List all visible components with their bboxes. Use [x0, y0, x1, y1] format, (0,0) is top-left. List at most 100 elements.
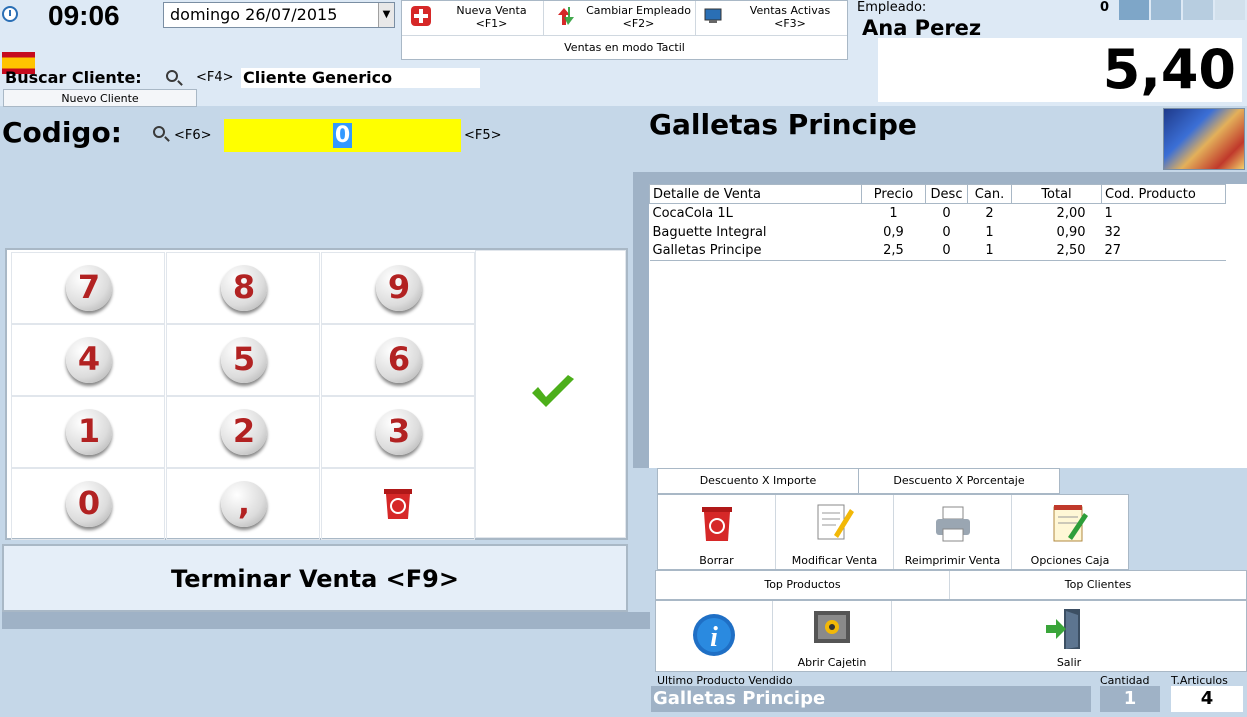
table-cell: CocaCola 1L	[652, 205, 733, 221]
key-label: 2	[221, 409, 267, 455]
modificar-venta-button[interactable]: Modificar Venta	[776, 495, 894, 569]
table-cell: 0	[925, 241, 968, 261]
cambiar-empleado-button[interactable]: Cambiar Empleado <F2>	[582, 1, 696, 35]
opciones-caja-button[interactable]: Opciones Caja	[1012, 495, 1128, 569]
main-toolbar: Nueva Venta <F1> Cambiar Empleado <F2> V…	[401, 0, 848, 60]
sale-table: Detalle de Venta Precio Desc Can. Total …	[649, 184, 1226, 261]
safe-icon	[811, 607, 853, 651]
key-6[interactable]: 6	[321, 324, 475, 396]
nueva-venta-label: Nueva Venta	[456, 4, 527, 17]
table-cell: 1	[967, 241, 1012, 261]
column-header[interactable]: Total	[1011, 184, 1102, 204]
clock-icon	[2, 6, 18, 22]
table-cell: 2,00	[1056, 205, 1086, 221]
ultimo-producto-value: Galletas Principe	[651, 686, 1091, 712]
key-5[interactable]: 5	[166, 324, 320, 396]
top-clientes-button[interactable]: Top Clientes	[950, 571, 1246, 599]
search-icon[interactable]	[166, 70, 178, 82]
column-header[interactable]: Cod. Producto	[1101, 184, 1226, 204]
reimprimir-venta-button[interactable]: Reimprimir Venta	[894, 495, 1012, 569]
chevron-down-icon[interactable]: ▼	[378, 3, 394, 27]
table-cell: 0	[942, 224, 951, 240]
modificar-venta-label: Modificar Venta	[791, 554, 878, 567]
cambiar-empleado-key: <F2>	[622, 17, 655, 30]
first-aid-icon	[410, 5, 432, 27]
codigo-enter-key: <F5>	[464, 128, 502, 143]
product-image	[1163, 108, 1245, 170]
codigo-input[interactable]: 0	[224, 119, 461, 152]
key-delete[interactable]	[321, 468, 475, 540]
table-row[interactable]: Baguette Integral 0,9 0 1 0,90 32	[650, 223, 1226, 242]
key-0[interactable]: 0	[11, 468, 165, 540]
key-label: 6	[376, 337, 422, 383]
date-picker[interactable]: domingo 26/07/2015 ▼	[163, 2, 395, 28]
table-cell: 2,50	[1011, 241, 1102, 261]
empleado-name: Ana Perez	[862, 16, 982, 40]
table-cell: 1	[1104, 205, 1113, 221]
info-icon: i	[692, 613, 735, 657]
status-segment	[1215, 0, 1245, 20]
top-productos-button[interactable]: Top Productos	[656, 571, 950, 599]
table-row[interactable]: CocaCola 1L 1 0 2 2,00 1	[650, 204, 1226, 223]
confirm-key[interactable]	[475, 250, 626, 538]
column-header[interactable]: Can.	[967, 184, 1012, 204]
ventas-activas-label: Ventas Activas	[749, 4, 831, 17]
notepad-icon	[1048, 501, 1090, 545]
abrir-cajetin-button[interactable]: Abrir Cajetin	[773, 601, 892, 671]
salir-button[interactable]: Salir	[892, 601, 1246, 671]
key-1[interactable]: 1	[11, 396, 165, 468]
cantidad-value: 1	[1100, 686, 1160, 712]
checkmark-icon	[530, 375, 576, 411]
search-icon[interactable]	[153, 126, 165, 138]
cliente-field[interactable]: Cliente Generico	[241, 68, 480, 88]
column-header[interactable]: Precio	[861, 184, 926, 204]
column-header[interactable]: Detalle de Venta	[649, 184, 862, 204]
discount-tabs: Descuento X Importe Descuento X Porcenta…	[657, 468, 1060, 494]
reimprimir-venta-label: Reimprimir Venta	[904, 554, 1001, 567]
empleado-label: Empleado:	[857, 0, 927, 15]
cambiar-empleado-label: Cambiar Empleado	[586, 4, 691, 17]
borrar-button[interactable]: Borrar	[658, 495, 776, 569]
nueva-venta-key: <F1>	[475, 17, 508, 30]
sale-actions: Borrar Modificar Venta Reimprimir Venta …	[657, 494, 1129, 570]
left-bottom-bar	[2, 612, 650, 629]
tab-descuento-importe[interactable]: Descuento X Importe	[658, 469, 859, 493]
key-3[interactable]: 3	[321, 396, 475, 468]
key-4[interactable]: 4	[11, 324, 165, 396]
key-7[interactable]: 7	[11, 252, 165, 324]
date-value: domingo 26/07/2015	[170, 5, 338, 24]
key-8[interactable]: 8	[166, 252, 320, 324]
key-label: 7	[66, 265, 112, 311]
status-segment	[1151, 0, 1181, 20]
table-row[interactable]: Galletas Principe 2,5 0 1 2,50 27	[649, 241, 1226, 261]
exit-door-icon	[1044, 607, 1086, 651]
key-label: 9	[376, 265, 422, 311]
tab-descuento-porcentaje[interactable]: Descuento X Porcentaje	[859, 469, 1059, 493]
codigo-value: 0	[332, 123, 353, 148]
table-cell: 0,90	[1056, 224, 1086, 240]
total-display: 5,40	[878, 38, 1242, 102]
table-cell: Baguette Integral	[652, 224, 767, 240]
key-comma[interactable]: ,	[166, 468, 320, 540]
nuevo-cliente-button[interactable]: Nuevo Cliente	[3, 89, 197, 107]
terminar-venta-button[interactable]: Terminar Venta <F9>	[2, 544, 628, 612]
status-segment	[1183, 0, 1213, 20]
table-cell: Galletas Principe	[649, 241, 862, 261]
info-button[interactable]: i	[656, 601, 773, 671]
ventas-count: 0	[1100, 0, 1110, 15]
modo-tactil-button[interactable]: Ventas en modo Tactil	[402, 35, 847, 59]
column-header[interactable]: Desc	[925, 184, 968, 204]
table-cell: 27	[1101, 241, 1226, 261]
buscar-cliente-label: Buscar Cliente:	[5, 68, 142, 87]
key-label: 4	[66, 337, 112, 383]
total-value: 5,40	[1102, 38, 1236, 101]
ventas-activas-button[interactable]: Ventas Activas <F3>	[734, 1, 846, 35]
table-cell: 1	[889, 205, 898, 221]
key-2[interactable]: 2	[166, 396, 320, 468]
edit-document-icon	[812, 501, 854, 545]
borrar-label: Borrar	[699, 554, 734, 567]
key-label: ,	[221, 481, 267, 527]
key-9[interactable]: 9	[321, 252, 475, 324]
opciones-caja-label: Opciones Caja	[1030, 554, 1110, 567]
nueva-venta-button[interactable]: Nueva Venta <F1>	[440, 1, 544, 35]
